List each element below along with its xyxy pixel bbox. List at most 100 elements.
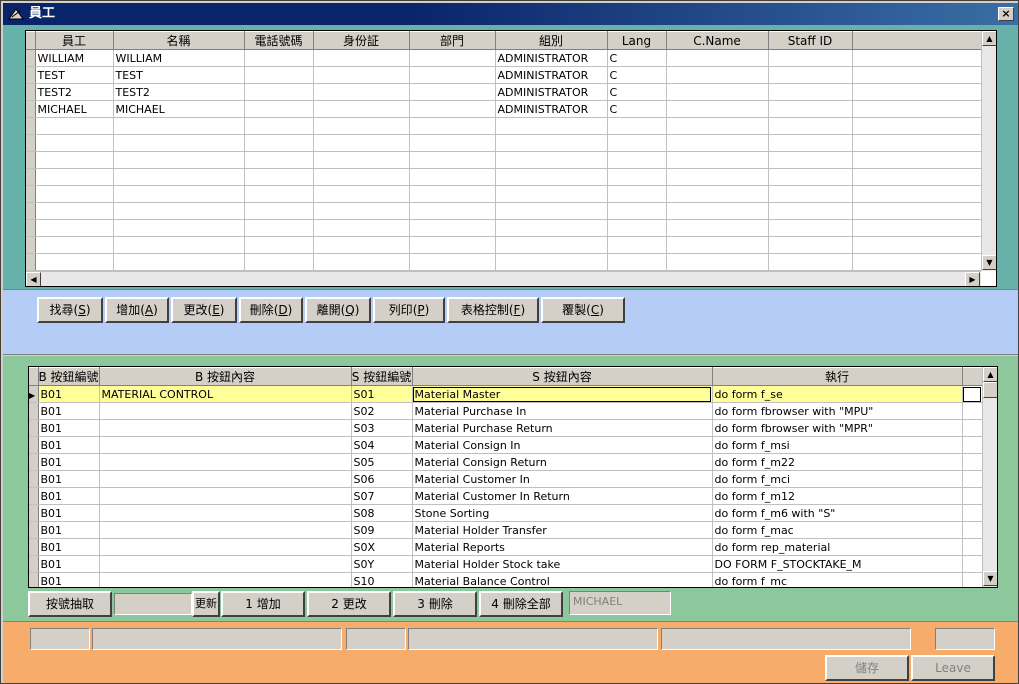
delete-button[interactable]: 3 刪除 xyxy=(393,591,477,617)
table-row[interactable] xyxy=(26,219,982,237)
table-cell[interactable] xyxy=(313,185,410,203)
refresh-button[interactable]: 更新 xyxy=(192,591,220,617)
table-cell[interactable] xyxy=(99,470,352,488)
table-cell[interactable] xyxy=(99,521,352,539)
table-cell[interactable] xyxy=(768,134,853,152)
table-cell[interactable]: ADMINISTRATOR xyxy=(495,100,608,118)
table-cell[interactable] xyxy=(409,202,496,220)
row-selector[interactable] xyxy=(26,219,36,237)
table-row[interactable] xyxy=(26,253,982,271)
table-row[interactable] xyxy=(26,134,982,152)
staff-column-header[interactable]: 部門 xyxy=(409,31,496,50)
staff-column-header[interactable]: 電話號碼 xyxy=(244,31,314,50)
table-cell[interactable]: S10 xyxy=(351,572,413,587)
table-row[interactable]: B01 S07 Material Customer In Return do form… xyxy=(29,487,983,505)
button-column-header[interactable]: B 按鈕編號 xyxy=(38,367,100,386)
table-row[interactable]: TEST TEST ADMINISTRATOR C xyxy=(26,66,982,84)
toolbar-button[interactable]: 離開(Q) xyxy=(305,297,371,323)
table-cell[interactable]: do form fbrowser with "MPU" xyxy=(712,402,963,420)
table-cell[interactable]: B01 xyxy=(38,385,100,403)
table-cell[interactable] xyxy=(113,117,245,135)
table-cell[interactable]: do form f_m12 xyxy=(712,487,963,505)
table-row[interactable]: WILLIAM WILLIAM ADMINISTRATOR C xyxy=(26,49,982,67)
table-cell[interactable] xyxy=(99,402,352,420)
table-cell[interactable] xyxy=(666,185,769,203)
table-cell[interactable] xyxy=(607,117,667,135)
table-cell[interactable] xyxy=(35,219,114,237)
row-selector[interactable] xyxy=(29,453,39,471)
table-row[interactable]: B01 S09 Material Holder Transfer do form f_… xyxy=(29,521,983,539)
table-cell[interactable] xyxy=(768,66,853,84)
table-cell[interactable] xyxy=(495,253,608,271)
scroll-right-icon[interactable]: ▶ xyxy=(965,272,980,286)
table-cell[interactable] xyxy=(113,168,245,186)
table-cell[interactable]: Material Customer In xyxy=(412,470,713,488)
table-cell[interactable]: C xyxy=(607,49,667,67)
table-cell[interactable] xyxy=(768,202,853,220)
row-selector[interactable] xyxy=(26,151,36,169)
table-cell[interactable] xyxy=(313,202,410,220)
toolbar-button[interactable]: 更改(E) xyxy=(171,297,237,323)
table-cell[interactable] xyxy=(35,253,114,271)
table-cell[interactable] xyxy=(666,236,769,254)
button-column-header[interactable]: S 按鈕內容 xyxy=(412,367,713,386)
table-cell[interactable] xyxy=(244,236,314,254)
table-cell[interactable] xyxy=(313,236,410,254)
table-cell[interactable] xyxy=(313,253,410,271)
table-cell[interactable]: MATERIAL CONTROL xyxy=(99,385,352,403)
table-cell[interactable] xyxy=(409,117,496,135)
table-cell[interactable] xyxy=(244,100,314,118)
table-cell[interactable]: ADMINISTRATOR xyxy=(495,49,608,67)
row-selector[interactable] xyxy=(29,555,39,573)
row-selector[interactable] xyxy=(26,236,36,254)
table-cell[interactable]: do form f_mci xyxy=(712,470,963,488)
table-cell[interactable] xyxy=(495,151,608,169)
table-cell[interactable]: C xyxy=(607,66,667,84)
table-cell[interactable]: Material Purchase Return xyxy=(412,419,713,437)
table-row[interactable] xyxy=(26,168,982,186)
table-cell[interactable]: S01 xyxy=(351,385,413,403)
table-cell[interactable] xyxy=(495,134,608,152)
table-cell[interactable]: B01 xyxy=(38,470,100,488)
table-cell[interactable]: do form f_m6 with "S" xyxy=(712,504,963,522)
table-cell[interactable] xyxy=(244,185,314,203)
leave-button[interactable]: Leave xyxy=(911,655,995,681)
table-cell[interactable] xyxy=(666,49,769,67)
table-cell[interactable] xyxy=(409,100,496,118)
table-cell[interactable]: MICHAEL xyxy=(35,100,114,118)
table-cell[interactable]: S02 xyxy=(351,402,413,420)
table-cell[interactable] xyxy=(113,236,245,254)
table-cell[interactable] xyxy=(99,504,352,522)
table-cell[interactable] xyxy=(495,185,608,203)
table-cell[interactable] xyxy=(768,168,853,186)
table-cell[interactable] xyxy=(409,83,496,101)
table-cell[interactable] xyxy=(99,572,352,587)
table-cell[interactable] xyxy=(768,253,853,271)
scroll-thumb[interactable] xyxy=(983,382,997,398)
table-cell[interactable] xyxy=(313,66,410,84)
table-cell[interactable]: do form f_mac xyxy=(712,521,963,539)
row-selector[interactable] xyxy=(29,419,39,437)
table-cell[interactable] xyxy=(35,117,114,135)
table-cell[interactable]: S06 xyxy=(351,470,413,488)
table-row[interactable]: B01 S0X Material Reports do form rep_materi… xyxy=(29,538,983,556)
table-cell[interactable] xyxy=(666,134,769,152)
table-cell[interactable] xyxy=(313,117,410,135)
table-cell[interactable]: C xyxy=(607,83,667,101)
table-cell[interactable]: B01 xyxy=(38,402,100,420)
row-selector[interactable] xyxy=(26,66,36,84)
table-cell[interactable] xyxy=(607,236,667,254)
add-button[interactable]: 1 增加 xyxy=(221,591,305,617)
table-cell[interactable]: B01 xyxy=(38,453,100,471)
table-cell[interactable] xyxy=(607,134,667,152)
table-cell[interactable] xyxy=(244,202,314,220)
staff-vertical-scrollbar[interactable]: ▲ ▼ xyxy=(981,31,996,271)
table-cell[interactable] xyxy=(495,168,608,186)
table-cell[interactable]: Material Balance Control xyxy=(412,572,713,587)
table-cell[interactable]: TEST2 xyxy=(113,83,245,101)
table-cell[interactable] xyxy=(99,487,352,505)
toolbar-button[interactable]: 覆製(C) xyxy=(541,297,625,323)
table-cell[interactable] xyxy=(99,538,352,556)
table-cell[interactable]: S0Y xyxy=(351,555,413,573)
table-cell[interactable] xyxy=(768,100,853,118)
